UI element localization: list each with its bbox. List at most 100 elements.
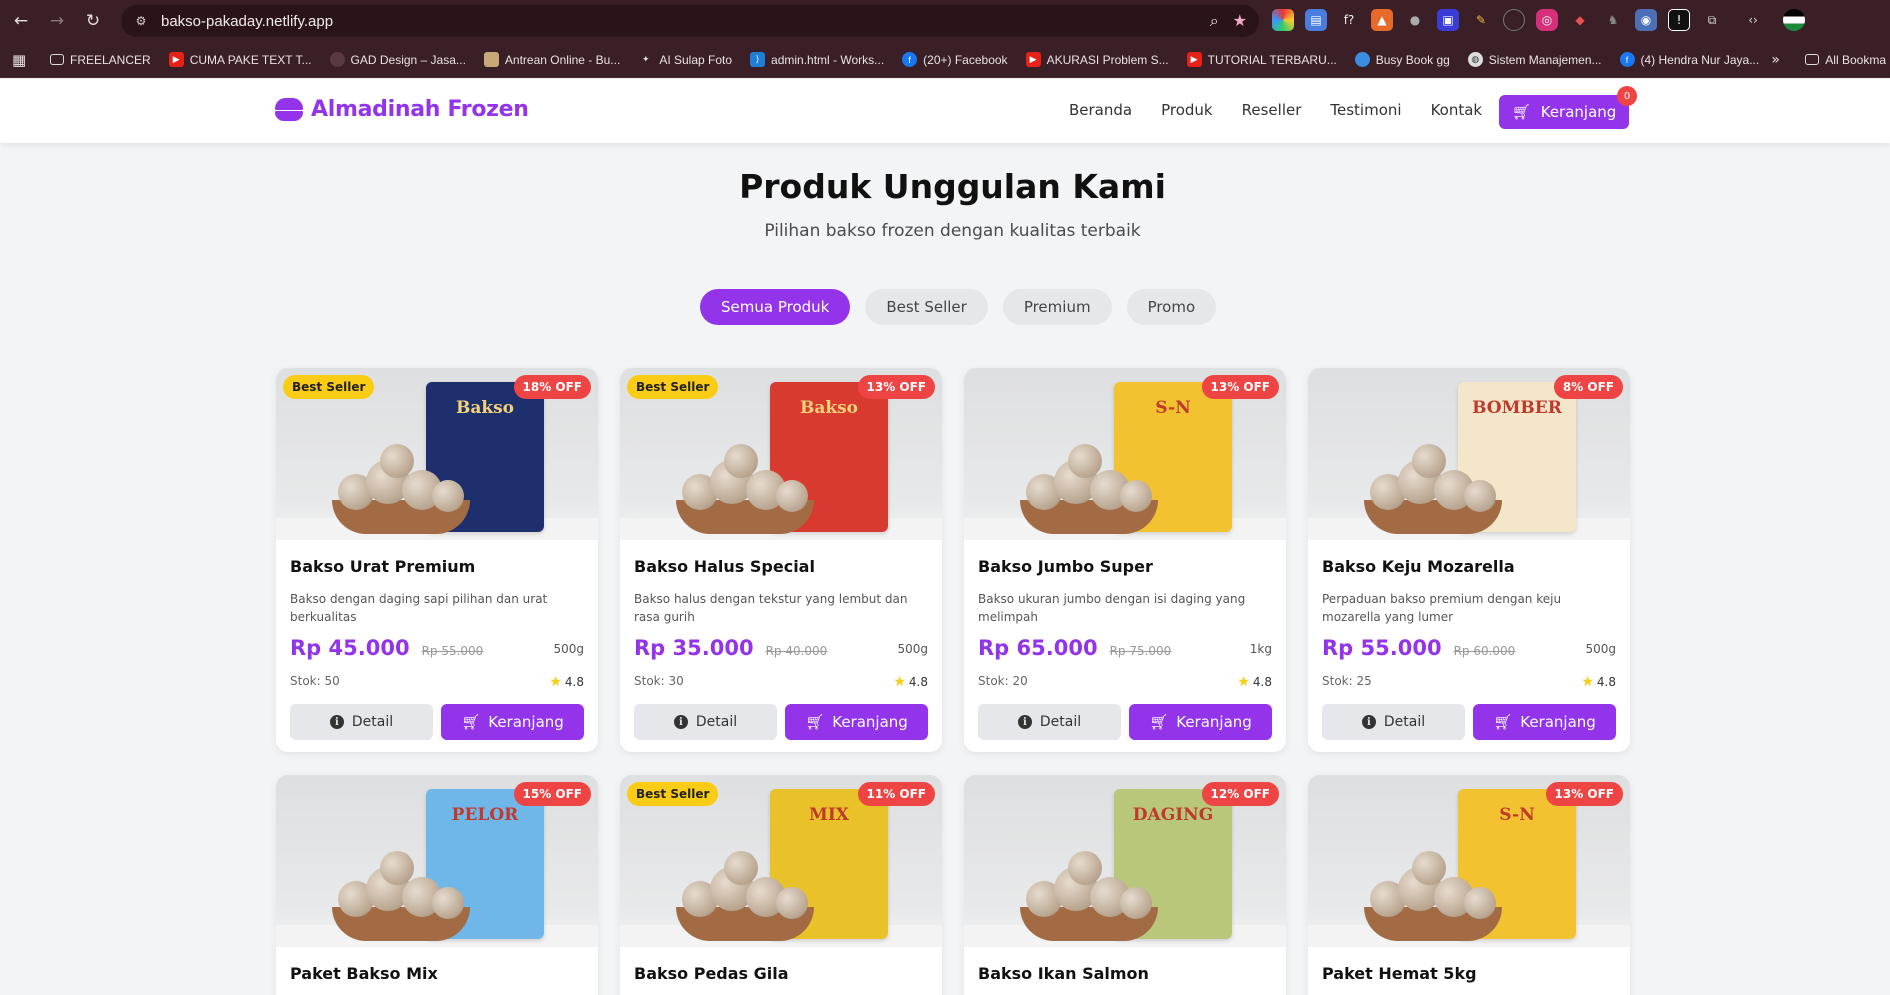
header-cart-button[interactable]: 🛒︎ Keranjang 0 [1499, 86, 1637, 129]
bookmark-label: Busy Book gg [1375, 52, 1450, 67]
bookmarks-overflow-icon[interactable]: » [1771, 52, 1780, 68]
product-image[interactable]: BOMBER 8% OFF [1308, 368, 1630, 540]
product-card[interactable]: BOMBER 8% OFF Bakso Keju Mozarella Perpadua… [1308, 368, 1630, 752]
product-card[interactable]: S-N 13% OFF Paket Hemat 5kg [1308, 775, 1630, 995]
extension-icon[interactable]: ! [1668, 9, 1690, 31]
product-image[interactable]: DAGING 12% OFF [964, 775, 1286, 947]
extension-icon[interactable] [1272, 9, 1294, 31]
product-card[interactable]: Bakso Best Seller 18% OFF Bakso Urat Premiu… [276, 368, 598, 752]
all-bookmarks-button[interactable]: All Bookma [1805, 53, 1886, 67]
product-description: Bakso dengan daging sapi pilihan dan ura… [290, 592, 548, 624]
detail-button[interactable]: i Detail [1322, 704, 1465, 740]
add-to-cart-button[interactable]: 🛒︎ Keranjang [1473, 704, 1616, 740]
vscode-icon: ⟩ [750, 52, 766, 67]
extension-icon[interactable]: ▲ [1371, 9, 1393, 31]
add-to-cart-button[interactable]: 🛒︎ Keranjang [785, 704, 928, 740]
docs-extension-icon[interactable]: ▤ [1305, 9, 1327, 31]
youtube-icon: ▶ [1025, 52, 1041, 67]
zoom-icon[interactable]: ⌕ [1210, 11, 1219, 31]
nav-link-produk[interactable]: Produk [1161, 101, 1213, 119]
nav-link-testimoni[interactable]: Testimoni [1330, 101, 1401, 119]
discount-badge: 13% OFF [857, 375, 935, 399]
extension-icon[interactable]: ◆ [1569, 9, 1591, 31]
site-info-icon[interactable]: ⚙ [133, 13, 149, 29]
product-card[interactable]: PELOR 15% OFF Paket Bakso Mix [276, 775, 598, 995]
pen-extension-icon[interactable]: ✎ [1470, 9, 1492, 31]
add-to-cart-button[interactable]: 🛒︎ Keranjang [1129, 704, 1272, 740]
globe-icon: ◍ [1467, 52, 1483, 67]
font-extension-icon[interactable]: f? [1338, 9, 1360, 31]
product-name[interactable]: Bakso Halus Special [634, 557, 928, 576]
extension-icon[interactable]: ▣ [1437, 9, 1459, 31]
filter-best-seller[interactable]: Best Seller [865, 289, 988, 325]
bookmark-item[interactable]: ▶ AKURASI Problem S... [1025, 52, 1169, 67]
devtools-icon[interactable]: ‹› [1742, 9, 1764, 31]
product-image[interactable]: S-N 13% OFF [1308, 775, 1630, 947]
extension-icon[interactable]: ♞ [1602, 9, 1624, 31]
product-image[interactable]: MIX Best Seller 11% OFF [620, 775, 942, 947]
bookmark-item[interactable]: ▶ TUTORIAL TERBARU... [1186, 52, 1337, 67]
detail-button[interactable]: i Detail [290, 704, 433, 740]
bookmark-item[interactable]: GAD Design – Jasa... [329, 52, 466, 67]
bookmark-item[interactable]: f (20+) Facebook [902, 52, 1008, 67]
filter-promo[interactable]: Promo [1126, 289, 1217, 325]
detail-button[interactable]: i Detail [634, 704, 777, 740]
reload-icon[interactable]: ↻ [78, 6, 108, 36]
address-bar[interactable]: ⚙ bakso-pakaday.netlify.app ⌕ ★ [121, 5, 1259, 37]
nav-link-beranda[interactable]: Beranda [1069, 101, 1132, 119]
package-label: MIX [809, 805, 849, 825]
instagram-extension-icon[interactable]: ◎ [1536, 9, 1558, 31]
product-image[interactable]: Bakso Best Seller 18% OFF [276, 368, 598, 540]
facebook-icon: f [902, 52, 918, 67]
product-card[interactable]: S-N 13% OFF Bakso Jumbo Super Bakso ukuran … [964, 368, 1286, 752]
bookmark-item[interactable]: ✦ AI Sulap Foto [638, 52, 732, 67]
bookmark-item[interactable]: ▶ CUMA PAKE TEXT T... [168, 52, 312, 67]
product-card[interactable]: DAGING 12% OFF Bakso Ikan Salmon [964, 775, 1286, 995]
product-name[interactable]: Paket Hemat 5kg [1322, 964, 1616, 983]
url-text[interactable]: bakso-pakaday.netlify.app [161, 13, 333, 30]
rating-value: 4.8 [908, 675, 928, 689]
apps-grid-icon[interactable]: ▦ [12, 51, 32, 69]
product-image[interactable]: S-N 13% OFF [964, 368, 1286, 540]
product-name[interactable]: Bakso Ikan Salmon [978, 964, 1272, 983]
bookmark-item[interactable]: ⟩ admin.html - Works... [750, 52, 884, 67]
product-image[interactable]: PELOR 15% OFF [276, 775, 598, 947]
product-name[interactable]: Paket Bakso Mix [290, 964, 584, 983]
filter-semua-produk[interactable]: Semua Produk [700, 289, 851, 325]
star-icon: ★ [1237, 674, 1250, 690]
product-name[interactable]: Bakso Urat Premium [290, 557, 584, 576]
back-arrow-icon[interactable]: ← [6, 6, 36, 36]
nav-link-kontak[interactable]: Kontak [1431, 101, 1483, 119]
product-card[interactable]: MIX Best Seller 11% OFF Bakso Pedas Gila [620, 775, 942, 995]
extension-icon[interactable] [1503, 9, 1525, 31]
product-stock: Stok: 50 [290, 674, 340, 688]
product-name[interactable]: Bakso Jumbo Super [978, 557, 1272, 576]
bookmark-item[interactable]: f (4) Hendra Nur Jaya... [1619, 52, 1759, 67]
profile-avatar[interactable] [1783, 9, 1805, 31]
cart-icon: 🛒︎ [1511, 103, 1531, 121]
extensions-puzzle-icon[interactable]: ⧉ [1701, 9, 1723, 31]
product-name[interactable]: Bakso Keju Mozarella [1322, 557, 1616, 576]
bookmark-item[interactable]: Busy Book gg [1354, 52, 1450, 67]
bookmark-label: admin.html - Works... [771, 52, 885, 67]
forward-arrow-icon[interactable]: → [42, 6, 72, 36]
bookmark-item[interactable]: Antrean Online - Bu... [483, 52, 620, 67]
add-to-cart-label: Keranjang [1520, 713, 1596, 731]
screenshot-extension-icon[interactable]: ◉ [1635, 9, 1657, 31]
detail-label: Detail [1383, 714, 1426, 730]
filter-premium[interactable]: Premium [1002, 289, 1112, 325]
nav-link-reseller[interactable]: Reseller [1242, 101, 1302, 119]
bookmark-star-icon[interactable]: ★ [1233, 11, 1247, 31]
bookmark-item[interactable]: ◍ Sistem Manajemen... [1467, 52, 1602, 67]
product-card[interactable]: Bakso Best Seller 13% OFF Bakso Halus Speci… [620, 368, 942, 752]
add-to-cart-button[interactable]: 🛒︎ Keranjang [441, 704, 584, 740]
cart-icon: 🛒︎ [461, 713, 481, 731]
product-name[interactable]: Bakso Pedas Gila [634, 964, 928, 983]
detail-button[interactable]: i Detail [978, 704, 1121, 740]
extension-icon[interactable]: ● [1404, 9, 1426, 31]
cart-icon: 🛒︎ [1149, 713, 1169, 731]
product-image[interactable]: Bakso Best Seller 13% OFF [620, 368, 942, 540]
brand-logo[interactable]: Almadinah Frozen [275, 96, 529, 122]
product-price: Rp 55.000 [1322, 636, 1442, 660]
bookmark-item[interactable]: FREELANCER [50, 53, 151, 67]
